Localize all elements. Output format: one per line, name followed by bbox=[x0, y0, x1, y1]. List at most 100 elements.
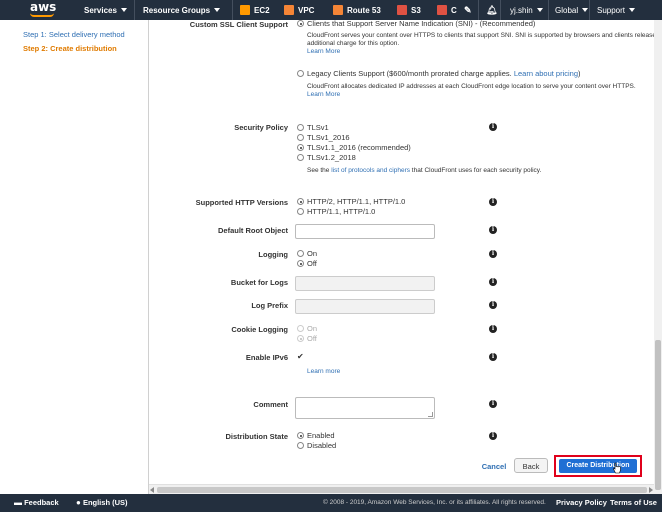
security-note-prefix: See the bbox=[307, 167, 332, 174]
state-info-icon[interactable]: i bbox=[489, 432, 497, 440]
http-versions-info-icon[interactable]: i bbox=[489, 198, 497, 206]
nav-divider bbox=[134, 0, 135, 20]
feedback-icon: ▬ bbox=[14, 498, 22, 507]
chevron-down-icon bbox=[536, 8, 543, 12]
horizontal-scroll-thumb[interactable] bbox=[157, 487, 647, 493]
tlsv1-2016-radio[interactable] bbox=[297, 134, 304, 141]
scroll-right-icon[interactable] bbox=[649, 487, 653, 493]
language-selector[interactable]: ● English (US) bbox=[76, 494, 128, 512]
state-enabled-radio[interactable] bbox=[297, 432, 304, 439]
state-enabled-label: Enabled bbox=[307, 431, 335, 440]
comment-info-icon[interactable]: i bbox=[489, 400, 497, 408]
http11-radio[interactable] bbox=[297, 208, 304, 215]
privacy-policy-link[interactable]: Privacy Policy bbox=[556, 494, 607, 512]
cookie-logging-off-radio[interactable] bbox=[297, 335, 304, 342]
nav-divider bbox=[232, 0, 233, 20]
shortcut-vpc[interactable]: VPC bbox=[284, 0, 314, 20]
legacy-description: CloudFront allocates dedicated IP addres… bbox=[307, 83, 636, 90]
copyright-text: © 2008 - 2019, Amazon Web Services, Inc.… bbox=[323, 499, 546, 506]
enable-ipv6-label: Enable IPv6 bbox=[245, 353, 288, 362]
legacy-clients-radio[interactable] bbox=[297, 70, 304, 77]
language-label: English (US) bbox=[82, 498, 128, 507]
create-distribution-button[interactable]: Create Distribution bbox=[559, 459, 637, 473]
tlsv1-radio[interactable] bbox=[297, 124, 304, 131]
region-label: Global bbox=[555, 5, 579, 15]
aws-logo[interactable]: aws bbox=[0, 0, 80, 20]
feedback-button[interactable]: ▬ Feedback bbox=[14, 494, 59, 512]
bucket-info-icon[interactable]: i bbox=[489, 278, 497, 286]
create-distribution-highlight: Create Distribution bbox=[554, 455, 642, 477]
state-disabled-radio[interactable] bbox=[297, 442, 304, 449]
logging-on-radio[interactable] bbox=[297, 250, 304, 257]
comment-textarea[interactable] bbox=[295, 397, 435, 419]
resize-grip-icon[interactable] bbox=[428, 412, 433, 417]
logging-info-icon[interactable]: i bbox=[489, 250, 497, 258]
legacy-option-text: Legacy Clients Support ($600/month prora… bbox=[307, 69, 512, 78]
bucket-for-logs-input[interactable] bbox=[295, 276, 435, 291]
protocols-ciphers-link[interactable]: list of protocols and ciphers bbox=[331, 167, 410, 174]
logging-off-radio[interactable] bbox=[297, 260, 304, 267]
sni-learn-more-link[interactable]: Learn More bbox=[307, 48, 340, 56]
http2-label: HTTP/2, HTTP/1.1, HTTP/1.0 bbox=[307, 197, 406, 206]
console-footer: ▬ Feedback ● English (US) © 2008 - 2019,… bbox=[0, 494, 662, 512]
support-menu[interactable]: Support bbox=[597, 0, 636, 20]
http2-radio[interactable] bbox=[297, 198, 304, 205]
chevron-down-icon bbox=[582, 8, 589, 12]
log-prefix-input[interactable] bbox=[295, 299, 435, 314]
http-versions-label: Supported HTTP Versions bbox=[195, 198, 288, 207]
services-label: Services bbox=[84, 5, 117, 15]
legacy-learn-more-link[interactable]: Learn More bbox=[307, 91, 340, 99]
vertical-scrollbar[interactable] bbox=[654, 20, 662, 494]
logging-label: Logging bbox=[258, 250, 288, 259]
nav-divider bbox=[500, 0, 501, 20]
user-menu[interactable]: yj.shin bbox=[510, 0, 543, 20]
terms-of-use-link[interactable]: Terms of Use bbox=[610, 494, 657, 512]
route53-label: Route 53 bbox=[347, 5, 381, 15]
ec2-label: EC2 bbox=[254, 5, 270, 15]
chevron-down-icon bbox=[120, 8, 127, 12]
security-note-suffix: that CloudFront uses for each security p… bbox=[409, 167, 542, 174]
scroll-left-icon[interactable] bbox=[150, 487, 154, 493]
c-label: C bbox=[451, 5, 457, 15]
logging-on-label: On bbox=[307, 249, 318, 258]
shortcut-ec2[interactable]: EC2 bbox=[240, 0, 270, 20]
bell-icon[interactable]: 🔔︎ bbox=[486, 0, 497, 20]
region-menu[interactable]: Global bbox=[555, 0, 589, 20]
tlsv1-2-2018-radio[interactable] bbox=[297, 154, 304, 161]
tlsv1-1-2016-radio[interactable] bbox=[297, 144, 304, 151]
wizard-sidebar: Step 1: Select delivery method Step 2: C… bbox=[0, 20, 148, 494]
cookie-logging-on-radio[interactable] bbox=[297, 325, 304, 332]
bucket-for-logs-label: Bucket for Logs bbox=[230, 278, 288, 287]
vertical-scroll-thumb[interactable] bbox=[655, 340, 661, 490]
default-root-info-icon[interactable]: i bbox=[489, 226, 497, 234]
back-button[interactable]: Back bbox=[514, 458, 548, 473]
cancel-button[interactable]: Cancel bbox=[479, 459, 509, 474]
route53-icon bbox=[333, 5, 343, 15]
tlsv1-1-2016-label: TLSv1.1_2016 (recommended) bbox=[307, 143, 411, 152]
sni-radio[interactable] bbox=[297, 20, 304, 27]
cookie-logging-on-label: On bbox=[307, 324, 318, 333]
ipv6-info-icon[interactable]: i bbox=[489, 353, 497, 361]
default-root-object-input[interactable] bbox=[295, 224, 435, 239]
services-menu[interactable]: Services bbox=[84, 0, 127, 20]
legacy-option-close: ) bbox=[578, 69, 581, 78]
sni-option-label: Clients that Support Server Name Indicat… bbox=[307, 19, 536, 28]
globe-icon: ● bbox=[76, 498, 81, 507]
ipv6-learn-more-link[interactable]: Learn more bbox=[307, 368, 340, 376]
resource-groups-menu[interactable]: Resource Groups bbox=[143, 0, 221, 20]
chevron-down-icon bbox=[629, 8, 636, 12]
security-policy-info-icon[interactable]: i bbox=[489, 123, 497, 131]
pricing-link[interactable]: Learn about pricing bbox=[514, 69, 578, 78]
shortcut-route53[interactable]: Route 53 bbox=[333, 0, 381, 20]
shortcut-c[interactable]: C bbox=[437, 0, 457, 20]
tlsv1-2016-label: TLSv1_2016 bbox=[307, 133, 350, 142]
log-prefix-info-icon[interactable]: i bbox=[489, 301, 497, 309]
shortcut-s3[interactable]: S3 bbox=[397, 0, 421, 20]
pin-icon[interactable]: ✎ bbox=[464, 0, 472, 20]
step-1-link[interactable]: Step 1: Select delivery method bbox=[23, 30, 125, 39]
horizontal-scrollbar[interactable] bbox=[149, 484, 654, 494]
cookie-logging-info-icon[interactable]: i bbox=[489, 325, 497, 333]
vpc-label: VPC bbox=[298, 5, 315, 15]
ipv6-checkbox[interactable]: ✔ bbox=[297, 353, 305, 361]
comment-label: Comment bbox=[253, 400, 288, 409]
